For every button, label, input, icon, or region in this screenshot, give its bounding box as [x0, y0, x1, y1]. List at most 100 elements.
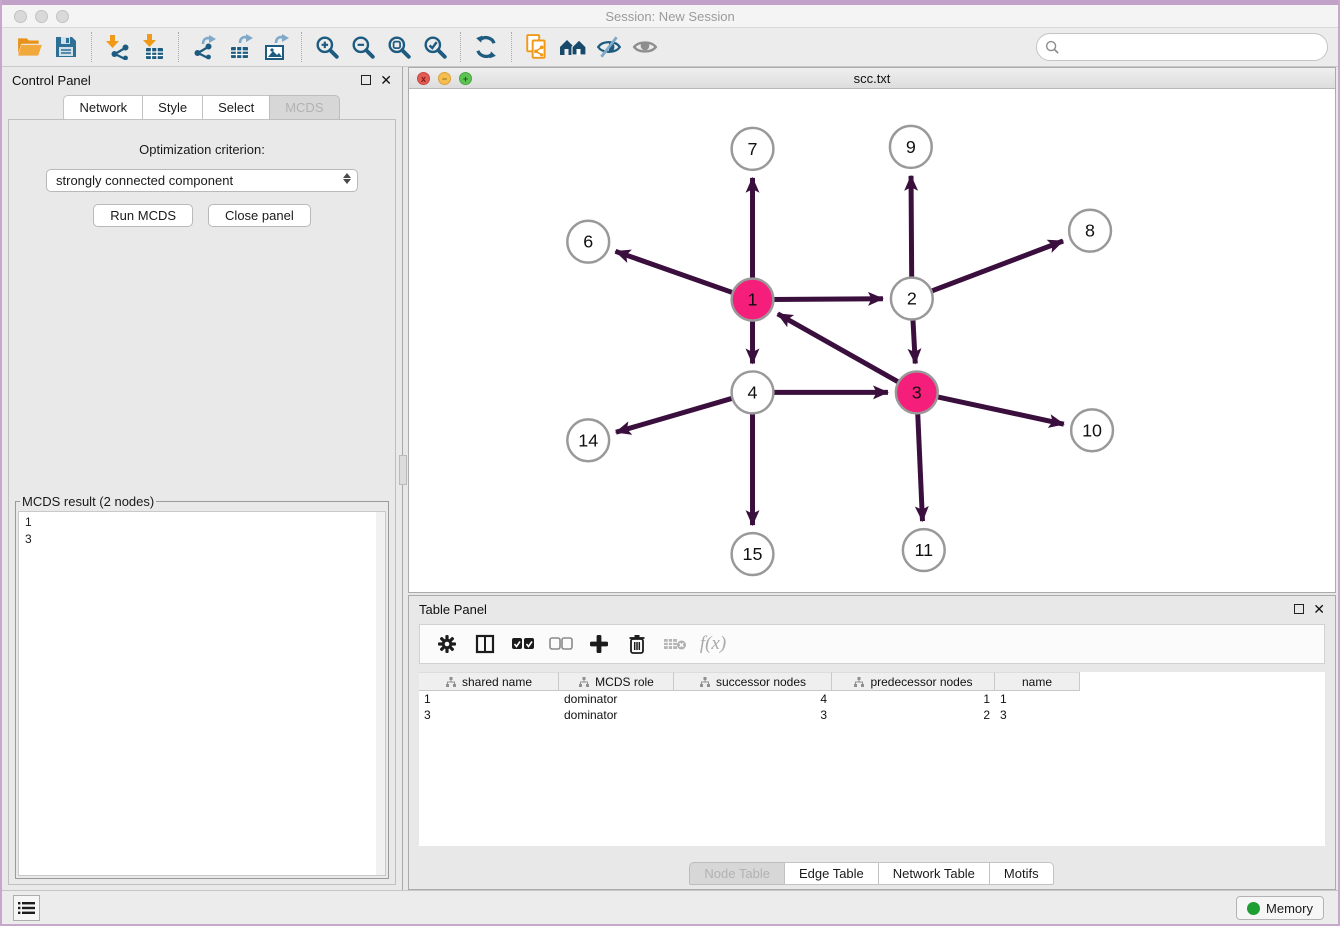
export-image-button[interactable] — [258, 31, 294, 63]
list-icon — [18, 901, 35, 915]
float-panel-icon[interactable] — [361, 75, 371, 85]
node-2[interactable]: 2 — [891, 278, 933, 320]
close-panel-icon[interactable]: ✕ — [380, 75, 392, 85]
save-icon — [54, 35, 78, 59]
result-scrollbar[interactable] — [376, 512, 385, 875]
network-graph[interactable]: 7 9 6 8 1 2 4 3 14 10 15 11 — [409, 90, 1335, 592]
memory-button[interactable]: Memory — [1236, 896, 1324, 920]
node-4[interactable]: 4 — [732, 371, 774, 413]
tab-edge-table[interactable]: Edge Table — [784, 862, 879, 885]
table-cell[interactable]: 1 — [419, 691, 559, 707]
network-canvas[interactable]: 7 9 6 8 1 2 4 3 14 10 15 11 — [409, 90, 1335, 592]
column-header-predecessor-nodes[interactable]: predecessor nodes — [832, 672, 995, 691]
edge-4-14[interactable] — [616, 398, 734, 433]
node-8[interactable]: 8 — [1069, 210, 1111, 252]
table-cell[interactable]: dominator — [559, 691, 674, 707]
zoom-out-button[interactable] — [345, 31, 381, 63]
node-14[interactable]: 14 — [567, 419, 609, 461]
tab-style[interactable]: Style — [142, 95, 203, 120]
criterion-value: strongly connected component — [56, 173, 233, 188]
export-table-button[interactable] — [222, 31, 258, 63]
add-column-button[interactable] — [582, 628, 616, 660]
deselect-all-rows-button[interactable] — [544, 628, 578, 660]
node-10[interactable]: 10 — [1071, 409, 1113, 451]
show-all-button[interactable] — [627, 31, 663, 63]
apply-layout-button[interactable] — [468, 31, 504, 63]
function-builder-button[interactable]: f(x) — [696, 628, 730, 660]
new-network-from-selection-button[interactable] — [519, 31, 555, 63]
node-label: 6 — [583, 232, 593, 252]
delete-column-button[interactable] — [620, 628, 654, 660]
table-cell[interactable]: 3 — [674, 707, 832, 723]
network-close-button[interactable]: x — [417, 72, 430, 85]
edge-2-8[interactable] — [930, 241, 1064, 292]
node-7[interactable]: 7 — [732, 128, 774, 170]
hierarchy-icon — [853, 676, 865, 688]
zoom-fit-icon — [386, 34, 412, 60]
node-15[interactable]: 15 — [732, 533, 774, 575]
network-minimize-button[interactable]: − — [438, 72, 451, 85]
zoom-in-button[interactable] — [309, 31, 345, 63]
table-cell[interactable]: dominator — [559, 707, 674, 723]
first-neighbors-button[interactable] — [555, 31, 591, 63]
run-mcds-button[interactable]: Run MCDS — [93, 204, 193, 227]
node-3[interactable]: 3 — [896, 371, 938, 413]
save-session-button[interactable] — [48, 31, 84, 63]
import-network-button[interactable] — [99, 31, 135, 63]
table-row[interactable]: 3dominator323 — [419, 707, 1325, 723]
table-cell[interactable]: 1 — [832, 691, 995, 707]
table-cell[interactable]: 2 — [832, 707, 995, 723]
edge-2-9[interactable] — [911, 176, 912, 280]
node-6[interactable]: 6 — [567, 221, 609, 263]
column-header-shared-name[interactable]: shared name — [419, 672, 559, 691]
edge-1-2[interactable] — [771, 299, 883, 300]
node-1[interactable]: 1 — [732, 279, 774, 321]
edge-3-1[interactable] — [778, 314, 901, 383]
search-field[interactable] — [1036, 33, 1328, 61]
float-table-panel-icon[interactable] — [1294, 604, 1304, 614]
zoom-fit-button[interactable] — [381, 31, 417, 63]
mcds-result-text[interactable]: 1 3 — [18, 511, 386, 876]
network-maximize-button[interactable]: + — [459, 72, 472, 85]
tab-node-table[interactable]: Node Table — [689, 862, 785, 885]
import-table-button[interactable] — [135, 31, 171, 63]
unchecked-boxes-icon — [549, 637, 573, 651]
table-row[interactable]: 1dominator411 — [419, 691, 1325, 707]
node-9[interactable]: 9 — [890, 126, 932, 168]
edge-2-3[interactable] — [913, 318, 915, 364]
delete-table-button[interactable] — [658, 628, 692, 660]
table-cell[interactable]: 3 — [419, 707, 559, 723]
zoom-selected-button[interactable] — [417, 31, 453, 63]
edge-1-6[interactable] — [615, 251, 734, 293]
edge-3-10[interactable] — [935, 396, 1064, 424]
table-cell[interactable]: 1 — [995, 691, 1080, 707]
node-11[interactable]: 11 — [903, 529, 945, 571]
tab-network-table[interactable]: Network Table — [878, 862, 990, 885]
criterion-dropdown[interactable]: strongly connected component — [46, 169, 358, 192]
tab-mcds[interactable]: MCDS — [269, 95, 339, 120]
select-all-rows-button[interactable] — [506, 628, 540, 660]
node-label: 2 — [907, 289, 917, 309]
table-cell[interactable]: 4 — [674, 691, 832, 707]
column-header-name[interactable]: name — [995, 672, 1080, 691]
column-header-successor-nodes[interactable]: successor nodes — [674, 672, 832, 691]
close-panel-button[interactable]: Close panel — [208, 204, 311, 227]
control-panel-header: Control Panel ✕ — [2, 67, 402, 93]
tab-network[interactable]: Network — [63, 95, 143, 120]
show-column-panel-button[interactable] — [468, 628, 502, 660]
panel-divider-grip[interactable] — [399, 455, 407, 485]
column-header-MCDS-role[interactable]: MCDS role — [559, 672, 674, 691]
open-session-button[interactable] — [12, 31, 48, 63]
node-label: 7 — [748, 139, 758, 159]
table-cell[interactable]: 3 — [995, 707, 1080, 723]
tab-motifs[interactable]: Motifs — [989, 862, 1054, 885]
table-settings-button[interactable] — [430, 628, 464, 660]
tab-select[interactable]: Select — [202, 95, 270, 120]
search-input[interactable] — [1065, 36, 1327, 58]
task-history-button[interactable] — [13, 895, 40, 921]
export-network-button[interactable] — [186, 31, 222, 63]
edge-3-11[interactable] — [918, 411, 923, 521]
close-table-panel-icon[interactable]: ✕ — [1313, 604, 1325, 614]
hide-selected-button[interactable] — [591, 31, 627, 63]
dropdown-stepper-icon — [343, 173, 351, 184]
